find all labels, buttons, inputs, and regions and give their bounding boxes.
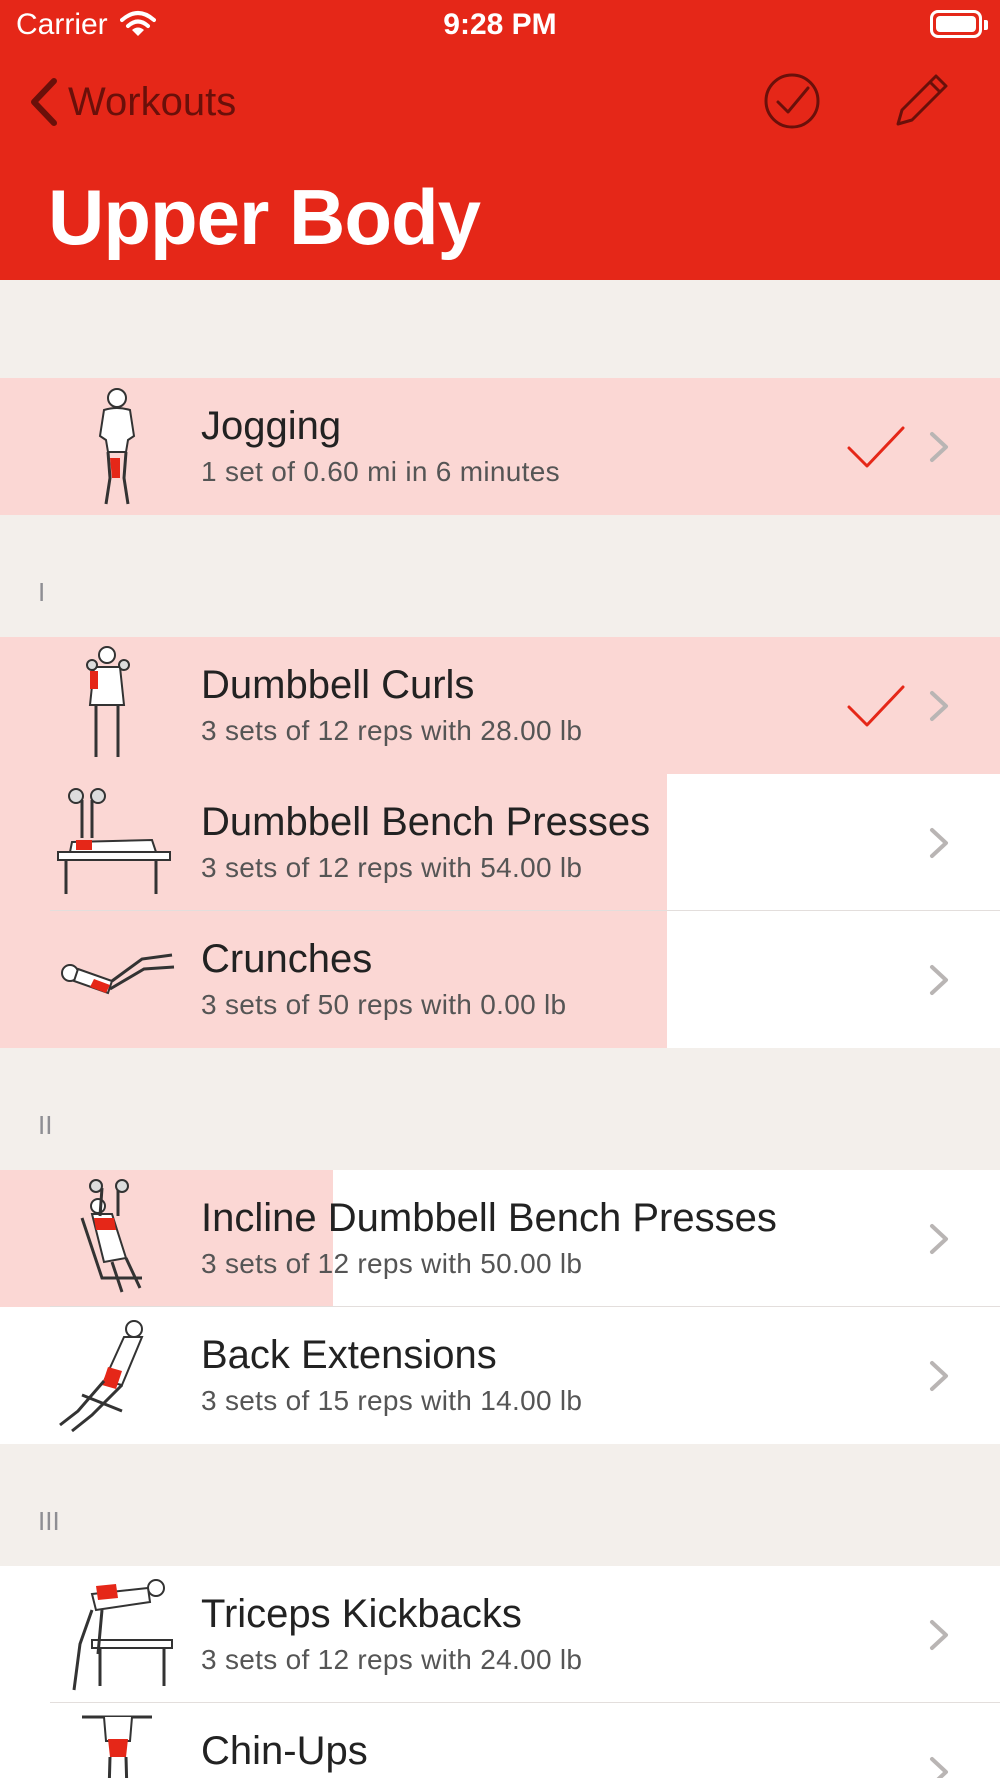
incline-press-figure-icon	[80, 1179, 142, 1293]
chevron-right-icon	[930, 1757, 948, 1778]
exercise-row-crunches[interactable]: Crunches 3 sets of 50 reps with 0.00 lb	[0, 911, 1000, 1048]
checkmark-icon	[847, 685, 905, 727]
exercise-row-jogging[interactable]: Jogging 1 set of 0.60 mi in 6 minutes	[0, 378, 1000, 515]
triceps-kickback-figure-icon	[72, 1579, 173, 1691]
exercise-name: Dumbbell Bench Presses	[201, 800, 651, 844]
exercise-detail: 3 sets of 12 reps with 50.00 lb	[201, 1248, 583, 1279]
crunches-figure-icon	[61, 953, 175, 995]
back-button[interactable]: Workouts	[28, 72, 236, 132]
status-bar: Carrier 9:28 PM	[0, 0, 1000, 50]
chevron-right-icon	[930, 691, 948, 721]
exercise-name: Incline Dumbbell Bench Presses	[201, 1196, 777, 1240]
back-button-label: Workouts	[68, 79, 237, 124]
chevron-right-icon	[930, 1361, 948, 1391]
exercise-name: Dumbbell Curls	[201, 663, 475, 707]
exercise-name: Chin-Ups	[201, 1729, 368, 1773]
exercise-detail: 3 sets of 12 reps with 54.00 lb	[201, 852, 583, 883]
exercise-detail: 3 sets of 15 reps with 14.00 lb	[201, 1385, 583, 1416]
page-title: Upper Body	[48, 173, 481, 261]
exercise-name: Jogging	[201, 404, 342, 448]
exercise-name: Back Extensions	[201, 1333, 497, 1377]
exercise-row-back-extensions[interactable]: Back Extensions 3 sets of 15 reps with 1…	[0, 1307, 1000, 1444]
exercise-row-dumbbell-curls[interactable]: Dumbbell Curls 3 sets of 12 reps with 28…	[0, 637, 1000, 774]
section-header-2: II	[0, 1048, 1000, 1170]
dumbbell-curls-figure-icon	[86, 646, 130, 757]
exercise-row-incline-dumbbell-bench-presses[interactable]: Incline Dumbbell Bench Presses 3 sets of…	[0, 1170, 1000, 1307]
checkmark-icon	[847, 426, 905, 468]
chevron-left-icon	[31, 78, 57, 126]
jogging-figure-icon	[98, 388, 136, 505]
chevron-right-icon	[930, 1620, 948, 1650]
battery-icon	[930, 10, 988, 38]
section-header-1: I	[0, 515, 1000, 637]
status-time: 9:28 PM	[443, 8, 557, 41]
exercise-row-triceps-kickbacks[interactable]: Triceps Kickbacks 3 sets of 12 reps with…	[0, 1566, 1000, 1703]
exercise-detail: 3 sets of 12 reps with 28.00 lb	[201, 715, 583, 746]
edit-pencil-button[interactable]	[890, 68, 954, 132]
exercise-name: Crunches	[201, 937, 373, 981]
section-header-0	[0, 280, 1000, 378]
section-header-3: III	[0, 1444, 1000, 1566]
chevron-right-icon	[930, 1224, 948, 1254]
exercise-name: Triceps Kickbacks	[201, 1592, 522, 1636]
exercise-row-dumbbell-bench-presses[interactable]: Dumbbell Bench Presses 3 sets of 12 reps…	[0, 774, 1000, 911]
back-extension-figure-icon	[59, 1320, 144, 1433]
chevron-right-icon	[930, 828, 948, 858]
chin-ups-figure-icon	[82, 1715, 152, 1778]
chevron-right-icon	[930, 432, 948, 462]
chevron-right-icon	[930, 965, 948, 995]
exercise-detail: 1 set of 0.60 mi in 6 minutes	[201, 456, 560, 487]
navigation-header: Carrier 9:28 PM Workouts Upper Body	[0, 0, 1000, 280]
bench-press-figure-icon	[57, 788, 171, 894]
exercise-row-chin-ups[interactable]: Chin-Ups	[0, 1703, 1000, 1778]
complete-workout-button[interactable]	[760, 68, 824, 132]
exercise-detail: 3 sets of 50 reps with 0.00 lb	[201, 989, 567, 1020]
exercise-detail: 3 sets of 12 reps with 24.00 lb	[201, 1644, 583, 1675]
